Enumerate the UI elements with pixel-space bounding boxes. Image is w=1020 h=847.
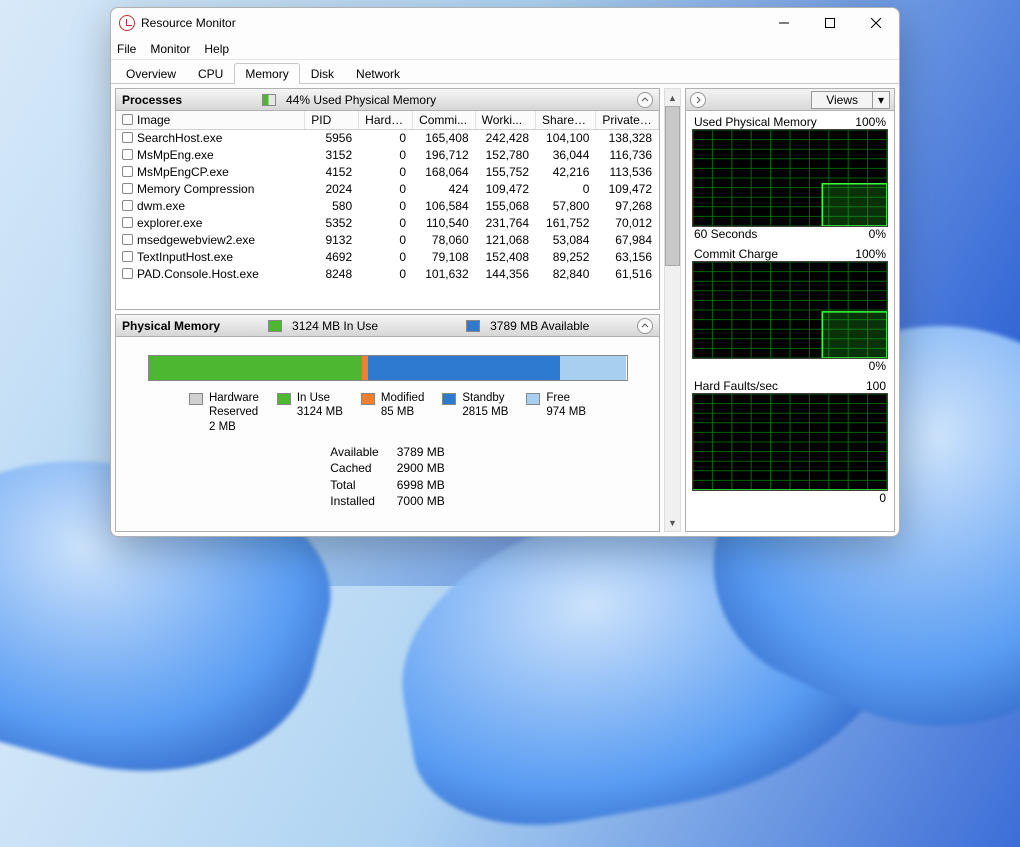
resource-monitor-window: Resource Monitor File Monitor Help Overv… — [110, 7, 900, 537]
collapse-physmem-icon[interactable] — [637, 318, 653, 334]
tabs: Overview CPU Memory Disk Network — [111, 60, 899, 84]
table-row[interactable]: MsMpEng.exe31520196,712152,78036,044116,… — [116, 147, 659, 164]
column-header[interactable]: Sharea... — [536, 111, 596, 130]
collapse-processes-icon[interactable] — [637, 92, 653, 108]
table-row[interactable]: Memory Compression20240424109,4720109,47… — [116, 181, 659, 198]
row-checkbox[interactable] — [122, 234, 133, 245]
tab-overview[interactable]: Overview — [115, 63, 187, 84]
maximize-button[interactable] — [807, 8, 853, 38]
perf-graph — [692, 129, 888, 227]
table-row[interactable]: SearchHost.exe59560165,408242,428104,100… — [116, 130, 659, 147]
memory-bar — [148, 355, 628, 381]
tab-cpu[interactable]: CPU — [187, 63, 234, 84]
table-row[interactable]: msedgewebview2.exe9132078,060121,06853,0… — [116, 232, 659, 249]
graph-max: 100% — [855, 247, 886, 261]
physical-memory-panel: Physical Memory 3124 MB In Use 3789 MB A… — [115, 314, 660, 532]
row-checkbox[interactable] — [122, 183, 133, 194]
memory-segment — [368, 356, 560, 380]
graphs-pane: Views ▾ Used Physical Memory100%60 Secon… — [685, 88, 895, 532]
memory-segment — [560, 356, 627, 380]
row-checkbox[interactable] — [122, 200, 133, 211]
processes-table[interactable]: ImagePIDHard F...Commi...Worki...Sharea.… — [116, 111, 659, 309]
processes-title: Processes — [122, 93, 182, 107]
available-swatch-icon — [466, 320, 480, 332]
memory-legend: HardwareReserved2 MB In Use3124 MB Modif… — [116, 391, 659, 440]
views-button[interactable]: Views ▾ — [811, 91, 890, 109]
minimize-button[interactable] — [761, 8, 807, 38]
row-checkbox[interactable] — [122, 268, 133, 279]
column-header[interactable]: Commi... — [413, 111, 476, 130]
titlebar[interactable]: Resource Monitor — [111, 8, 899, 38]
column-header[interactable]: Private ... — [596, 111, 659, 130]
scroll-up-icon[interactable]: ▲ — [665, 89, 680, 106]
tab-disk[interactable]: Disk — [300, 63, 345, 84]
app-icon — [119, 15, 135, 31]
inuse-swatch-icon — [268, 320, 282, 332]
table-row[interactable]: MsMpEngCP.exe41520168,064155,75242,21611… — [116, 164, 659, 181]
menu-monitor[interactable]: Monitor — [150, 42, 190, 56]
physical-memory-header[interactable]: Physical Memory 3124 MB In Use 3789 MB A… — [116, 315, 659, 337]
graph-max: 100 — [866, 379, 886, 393]
perf-graph — [692, 261, 888, 359]
column-header[interactable]: Image — [116, 111, 305, 130]
processes-subtitle: 44% Used Physical Memory — [286, 93, 436, 107]
phys-title: Physical Memory — [122, 319, 220, 333]
memory-usage-meter-icon — [262, 94, 276, 106]
tab-memory[interactable]: Memory — [234, 63, 299, 84]
window-title: Resource Monitor — [141, 16, 236, 30]
menubar: File Monitor Help — [111, 38, 899, 60]
row-checkbox[interactable] — [122, 166, 133, 177]
table-row[interactable]: dwm.exe5800106,584155,06857,80097,268 — [116, 198, 659, 215]
row-checkbox[interactable] — [122, 251, 133, 262]
table-row[interactable]: PAD.Console.Host.exe82480101,632144,3568… — [116, 266, 659, 283]
graph-title: Used Physical Memory — [694, 115, 817, 129]
column-header[interactable]: PID — [305, 111, 359, 130]
column-header[interactable]: Worki... — [475, 111, 535, 130]
close-button[interactable] — [853, 8, 899, 38]
select-all-checkbox[interactable] — [122, 114, 133, 125]
menu-help[interactable]: Help — [204, 42, 229, 56]
menu-file[interactable]: File — [117, 42, 136, 56]
graph-title: Commit Charge — [694, 247, 778, 261]
views-dropdown-icon[interactable]: ▾ — [873, 93, 889, 107]
graph-title: Hard Faults/sec — [694, 379, 778, 393]
processes-header[interactable]: Processes 44% Used Physical Memory — [116, 89, 659, 111]
processes-panel: Processes 44% Used Physical Memory Image… — [115, 88, 660, 310]
graph-max: 100% — [855, 115, 886, 129]
phys-avail-label: 3789 MB Available — [490, 319, 589, 333]
main-scrollbar[interactable]: ▲ ▼ — [664, 88, 681, 532]
scroll-down-icon[interactable]: ▼ — [665, 514, 680, 531]
scroll-thumb[interactable] — [665, 106, 680, 266]
table-row[interactable]: explorer.exe53520110,540231,764161,75270… — [116, 215, 659, 232]
row-checkbox[interactable] — [122, 149, 133, 160]
perf-graph — [692, 393, 888, 491]
memory-segment — [149, 356, 362, 380]
memory-stats: Available Cached Total Installed 3789 MB… — [116, 440, 659, 519]
table-row[interactable]: TextInputHost.exe4692079,108152,40889,25… — [116, 249, 659, 266]
tab-network[interactable]: Network — [345, 63, 411, 84]
phys-inuse-label: 3124 MB In Use — [292, 319, 378, 333]
row-checkbox[interactable] — [122, 217, 133, 228]
column-header[interactable]: Hard F... — [359, 111, 413, 130]
expand-graphs-icon[interactable] — [690, 92, 706, 108]
row-checkbox[interactable] — [122, 132, 133, 143]
